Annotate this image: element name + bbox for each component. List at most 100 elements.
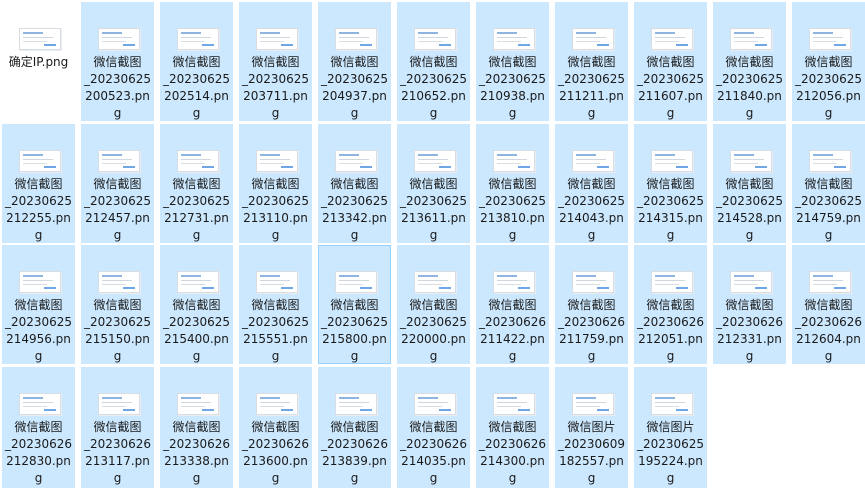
file-name-label: 微信截图 _20230625 215800.pn g [320,298,389,363]
file-item[interactable]: 微信截图 _20230625 214315.pn g [634,124,707,243]
file-item[interactable]: 微信截图 _20230626 212051.pn g [634,245,707,364]
image-thumbnail-icon [257,272,297,292]
file-name-label: 微信截图 _20230626 212331.pn g [715,298,784,363]
file-name-label: 微信截图 _20230625 202514.pn g [162,55,231,120]
file-item[interactable]: 微信截图 _20230625 202514.pn g [160,2,233,121]
file-item[interactable]: 微信截图 _20230626 213117.pn g [81,367,154,488]
file-item[interactable]: 微信截图 _20230625 212056.pn g [792,2,865,121]
image-thumbnail-icon [731,272,771,292]
file-name-label: 微信截图 _20230626 212051.pn g [636,298,705,363]
image-thumbnail-icon [178,272,218,292]
file-name-label: 微信截图 _20230625 213342.pn g [320,177,389,242]
image-thumbnail-icon [178,29,218,49]
file-item[interactable]: 微信截图 _20230625 215800.pn g [318,245,391,364]
image-thumbnail-icon [810,151,850,171]
file-item[interactable]: 微信截图 _20230625 214043.pn g [555,124,628,243]
file-name-label: 微信截图 _20230625 211607.pn g [636,55,705,120]
file-name-label: 微信截图 _20230625 211840.pn g [715,55,784,120]
image-thumbnail-icon [178,151,218,171]
image-thumbnail-icon [573,29,613,49]
image-thumbnail-icon [573,394,613,414]
file-name-label: 微信截图 _20230626 213839.pn g [320,420,389,485]
file-item[interactable]: 微信截图 _20230625 214759.pn g [792,124,865,243]
file-item[interactable]: 微信截图 _20230625 204937.pn g [318,2,391,121]
file-item[interactable]: 微信截图 _20230626 213338.pn g [160,367,233,488]
file-name-label: 微信截图 _20230625 213611.pn g [399,177,468,242]
image-thumbnail-icon [99,151,139,171]
file-item[interactable]: 确定IP.png [2,2,75,72]
image-thumbnail-icon [494,272,534,292]
file-item[interactable]: 微信截图 _20230626 213839.pn g [318,367,391,488]
file-name-label: 微信截图 _20230625 214043.pn g [557,177,626,242]
file-name-label: 微信截图 _20230625 214956.pn g [4,298,73,363]
file-item[interactable]: 微信截图 _20230625 212255.pn g [2,124,75,243]
image-thumbnail-icon [336,272,376,292]
file-name-label: 微信图片 _20230609 182557.pn g [557,420,626,485]
file-item[interactable]: 微信截图 _20230626 214035.pn g [397,367,470,488]
file-item[interactable]: 微信截图 _20230625 212731.pn g [160,124,233,243]
image-thumbnail-icon [20,29,60,49]
image-thumbnail-icon [99,272,139,292]
file-name-label: 微信截图 _20230625 213110.pn g [241,177,310,242]
file-item[interactable]: 微信截图 _20230625 213611.pn g [397,124,470,243]
image-thumbnail-icon [494,394,534,414]
file-name-label: 微信截图 _20230625 215400.pn g [162,298,231,363]
file-item[interactable]: 微信截图 _20230625 214528.pn g [713,124,786,243]
file-item[interactable]: 微信图片 _20230625 195224.pn g [634,367,707,488]
file-item[interactable]: 微信截图 _20230625 215551.pn g [239,245,312,364]
image-thumbnail-icon [336,29,376,49]
image-thumbnail-icon [573,151,613,171]
file-name-label: 微信截图 _20230626 213117.pn g [83,420,152,485]
file-name-label: 微信截图 _20230625 203711.pn g [241,55,310,120]
file-item[interactable]: 微信截图 _20230626 214300.pn g [476,367,549,488]
image-thumbnail-icon [731,29,771,49]
image-thumbnail-icon [731,151,771,171]
image-thumbnail-icon [20,272,60,292]
file-item[interactable]: 微信截图 _20230625 211607.pn g [634,2,707,121]
file-item[interactable]: 微信截图 _20230625 213110.pn g [239,124,312,243]
image-thumbnail-icon [99,29,139,49]
file-name-label: 微信截图 _20230626 214300.pn g [478,420,547,485]
file-item[interactable]: 微信截图 _20230626 212604.pn g [792,245,865,364]
file-item[interactable]: 微信截图 _20230625 203711.pn g [239,2,312,121]
file-item[interactable]: 微信图片 _20230609 182557.pn g [555,367,628,488]
file-item[interactable]: 微信截图 _20230626 212331.pn g [713,245,786,364]
file-item[interactable]: 微信截图 _20230625 220000.pn g [397,245,470,364]
file-name-label: 微信截图 _20230625 200523.pn g [83,55,152,120]
file-item[interactable]: 微信截图 _20230625 211211.pn g [555,2,628,121]
file-name-label: 微信截图 _20230625 204937.pn g [320,55,389,120]
file-item[interactable]: 微信截图 _20230625 210652.pn g [397,2,470,121]
file-item[interactable]: 微信截图 _20230625 213810.pn g [476,124,549,243]
image-thumbnail-icon [652,29,692,49]
file-name-label: 微信图片 _20230625 195224.pn g [636,420,705,485]
file-name-label: 微信截图 _20230626 212830.pn g [4,420,73,485]
file-item[interactable]: 微信截图 _20230625 214956.pn g [2,245,75,364]
file-name-label: 微信截图 _20230625 213810.pn g [478,177,547,242]
file-name-label: 微信截图 _20230625 214759.pn g [794,177,863,242]
file-item[interactable]: 微信截图 _20230626 211759.pn g [555,245,628,364]
image-thumbnail-icon [257,29,297,49]
file-name-label: 微信截图 _20230625 210938.pn g [478,55,547,120]
image-thumbnail-icon [652,151,692,171]
image-thumbnail-icon [573,272,613,292]
file-name-label: 微信截图 _20230625 210652.pn g [399,55,468,120]
file-item[interactable]: 微信截图 _20230625 213342.pn g [318,124,391,243]
file-item[interactable]: 微信截图 _20230625 215400.pn g [160,245,233,364]
image-thumbnail-icon [415,272,455,292]
file-item[interactable]: 微信截图 _20230626 213600.pn g [239,367,312,488]
file-item[interactable]: 微信截图 _20230625 210938.pn g [476,2,549,121]
file-item[interactable]: 微信截图 _20230625 211840.pn g [713,2,786,121]
file-item[interactable]: 微信截图 _20230625 215150.pn g [81,245,154,364]
image-thumbnail-icon [20,151,60,171]
file-name-label: 微信截图 _20230626 213600.pn g [241,420,310,485]
file-item[interactable]: 微信截图 _20230626 211422.pn g [476,245,549,364]
image-thumbnail-icon [257,151,297,171]
file-item[interactable]: 微信截图 _20230625 200523.pn g [81,2,154,121]
file-name-label: 微信截图 _20230625 215551.pn g [241,298,310,363]
file-name-label: 微信截图 _20230625 214315.pn g [636,177,705,242]
file-item[interactable]: 微信截图 _20230625 212457.pn g [81,124,154,243]
file-name-label: 微信截图 _20230626 213338.pn g [162,420,231,485]
file-name-label: 微信截图 _20230625 212255.pn g [4,177,73,242]
image-thumbnail-icon [415,394,455,414]
file-item[interactable]: 微信截图 _20230626 212830.pn g [2,367,75,488]
